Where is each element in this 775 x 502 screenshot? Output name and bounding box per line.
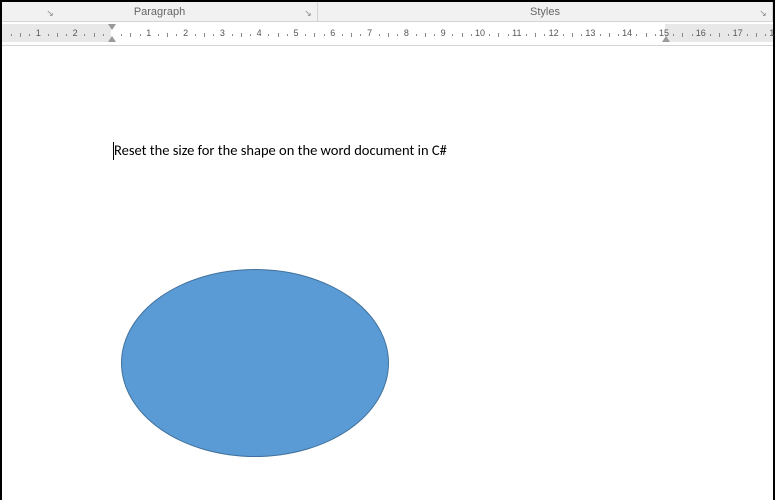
ruler-tick [728,34,729,36]
ribbon-group-label: Paragraph [134,6,185,18]
ruler-tick [388,33,389,37]
ruler-number: 3 [220,28,225,38]
ruler-tick [140,34,141,36]
ruler-tick [268,34,269,36]
ruler-tick [130,33,131,37]
ruler-tick [765,34,766,36]
ruler-tick [756,33,757,37]
ruler-number: 4 [257,28,262,38]
ruler-tick [508,34,509,36]
ruler-tick [121,34,122,36]
ruler-tick [563,34,564,36]
ruler-tick [600,34,601,36]
ruler-tick [342,34,343,36]
ruler-number: 16 [696,28,706,38]
ruler-tick [471,34,472,36]
ruler-tick [11,34,12,36]
ruler-scale: 21123456789101112131415161718 [2,27,773,45]
ruler-tick [232,34,233,36]
ribbon-group-styles: Styles ↘ [318,2,773,21]
ruler-number: 14 [622,28,632,38]
ruler-tick [498,33,499,37]
ruler-tick [636,34,637,36]
ribbon-group-row: ↘ Paragraph ↘ Styles ↘ [2,2,773,22]
ruler-number: 8 [404,28,409,38]
ruler-number: 18 [769,28,775,38]
ruler-tick [176,34,177,36]
ruler-tick [618,34,619,36]
document-body-text[interactable]: Reset the size for the shape on the word… [114,141,773,159]
ruler-tick [646,33,647,37]
ruler-tick [351,33,352,37]
ruler-tick [747,34,748,36]
ruler-number: 11 [512,28,521,38]
ruler-tick [324,34,325,36]
ruler-tick [710,34,711,36]
ruler-tick [692,34,693,36]
ruler-tick [103,34,104,36]
ruler-tick [158,34,159,36]
ruler-tick [489,34,490,36]
hanging-indent-marker[interactable] [108,36,116,42]
ruler-number: 2 [73,28,78,38]
ribbon-group-paragraph: ↘ Paragraph ↘ [2,2,318,21]
ruler-number: 1 [146,28,151,38]
ruler-tick [57,33,58,37]
ruler-number: 7 [367,28,372,38]
ruler-tick [673,34,674,36]
ruler-tick [360,34,361,36]
horizontal-ruler[interactable]: 21123456789101112131415161718 [2,24,773,46]
ruler-tick [167,33,168,37]
ruler-tick [213,34,214,36]
ruler-tick [572,33,573,37]
ruler-tick [526,34,527,36]
ruler-tick [29,34,30,36]
dialog-launcher-icon[interactable]: ↘ [302,7,314,19]
ribbon-group-label: Styles [530,6,560,18]
ruler-number: 6 [330,28,335,38]
ruler-number: 5 [293,28,298,38]
ruler-tick [535,33,536,37]
ruler-number: 1 [36,28,41,38]
ruler-tick [581,34,582,36]
ruler-tick [278,33,279,37]
right-indent-marker[interactable] [662,36,670,42]
ruler-number: 10 [475,28,485,38]
ruler-tick [241,33,242,37]
ruler-tick [314,33,315,37]
ellipse-shape[interactable] [121,269,389,457]
ruler-tick [397,34,398,36]
ruler-tick [84,34,85,36]
ruler-number: 17 [733,28,743,38]
ruler-tick [66,34,67,36]
document-page[interactable]: Reset the size for the shape on the word… [2,46,773,502]
first-line-indent-marker[interactable] [108,24,116,30]
ruler-tick [416,34,417,36]
ruler-tick [195,34,196,36]
text-cursor [113,142,114,160]
ruler-tick [682,33,683,37]
ruler-tick [655,34,656,36]
ruler-tick [287,34,288,36]
dialog-launcher-icon[interactable]: ↘ [44,7,56,19]
ruler-tick [719,33,720,37]
ruler-tick [379,34,380,36]
ruler-tick [204,33,205,37]
ruler-tick [425,33,426,37]
ruler-tick [609,33,610,37]
ruler-tick [94,33,95,37]
ruler-tick [462,33,463,37]
ruler-tick [434,34,435,36]
ruler-tick [544,34,545,36]
ruler-number: 12 [549,28,559,38]
ruler-number: 13 [585,28,595,38]
ruler-tick [250,34,251,36]
ruler-tick [20,33,21,37]
dialog-launcher-icon[interactable]: ↘ [757,7,769,19]
ruler-number: 9 [441,28,446,38]
ruler-number: 2 [183,28,188,38]
ruler-tick [452,34,453,36]
ruler-tick [305,34,306,36]
ruler-tick [48,34,49,36]
